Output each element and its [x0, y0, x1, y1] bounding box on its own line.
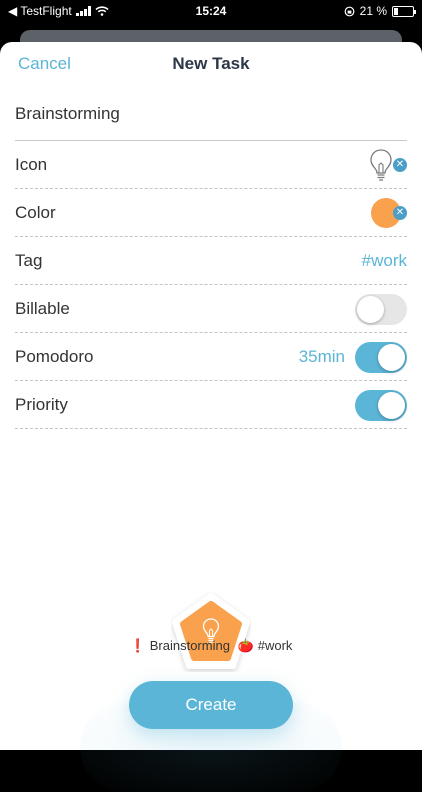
pomodoro-row: Pomodoro 35min [15, 333, 407, 381]
tag-row-value: #work [362, 237, 407, 285]
tag-row[interactable]: Tag #work [15, 237, 407, 285]
priority-toggle[interactable] [355, 389, 407, 421]
priority-mark-icon: ❗ [129, 638, 146, 653]
color-row-label: Color [15, 203, 56, 222]
priority-row-value [355, 381, 407, 429]
billable-toggle-knob [357, 295, 384, 323]
color-row-value: ✕ [371, 189, 407, 237]
color-preview[interactable]: ✕ [371, 198, 407, 228]
task-badge-preview [172, 593, 250, 669]
clear-color-button[interactable]: ✕ [393, 206, 407, 220]
tomato-icon: 🍅 [237, 638, 254, 653]
pomodoro-toggle[interactable] [355, 341, 407, 373]
billable-row-value [355, 285, 407, 333]
battery-percent: 21 % [359, 4, 387, 18]
battery-icon [392, 5, 416, 17]
page-title: New Task [172, 54, 250, 73]
color-row[interactable]: Color ✕ [15, 189, 407, 237]
nav-bar: Cancel New Task [0, 42, 422, 86]
priority-row: Priority [15, 381, 407, 429]
task-name-input[interactable] [15, 104, 407, 124]
tag-value[interactable]: #work [362, 251, 407, 271]
billable-row-label: Billable [15, 299, 70, 318]
icon-row[interactable]: Icon ✕ [15, 141, 407, 189]
orientation-lock-icon [344, 6, 355, 16]
pomodoro-toggle-knob [378, 343, 405, 371]
task-summary: ❗ Brainstorming 🍅 #work [0, 638, 422, 654]
tag-row-label: Tag [15, 251, 43, 270]
priority-row-label: Priority [15, 395, 68, 414]
priority-toggle-knob [378, 391, 405, 419]
summary-name: Brainstorming [149, 638, 230, 653]
create-button[interactable]: Create [129, 681, 293, 729]
icon-row-value: ✕ [369, 141, 407, 189]
lightbulb-icon [370, 149, 392, 181]
billable-toggle[interactable] [355, 293, 407, 325]
icon-row-label: Icon [15, 155, 48, 174]
clear-icon-button[interactable]: ✕ [393, 158, 407, 172]
status-bar: ◀ TestFlight 15:24 21 % [0, 0, 422, 22]
status-right: 21 % [344, 4, 416, 18]
pomodoro-row-value: 35min [299, 333, 407, 381]
summary-tag: #work [257, 638, 293, 653]
new-task-sheet: Cancel New Task Icon ✕ Color ✕ [0, 42, 422, 792]
pomodoro-duration[interactable]: 35min [299, 347, 345, 367]
billable-row: Billable [15, 285, 407, 333]
pomodoro-row-label: Pomodoro [15, 347, 94, 366]
battery-fill [394, 7, 398, 15]
icon-preview[interactable]: ✕ [369, 148, 407, 182]
